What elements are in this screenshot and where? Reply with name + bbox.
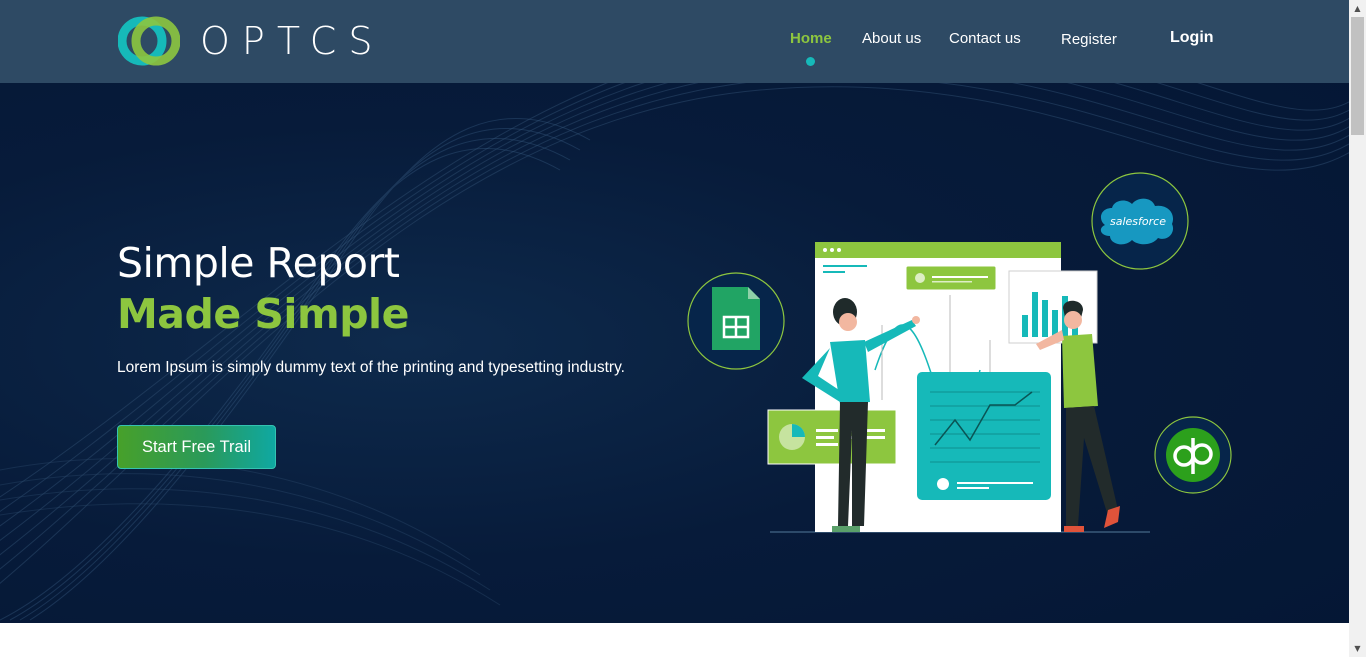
- hero-title-line2: Made Simple: [117, 290, 409, 338]
- bar-chart-card: [1008, 270, 1098, 344]
- nav-about-us[interactable]: About us: [862, 30, 921, 47]
- quickbooks-logo: [1154, 416, 1232, 494]
- scroll-down-arrow-icon[interactable]: ▼: [1349, 640, 1366, 657]
- salesforce-logo-text: salesforce: [1110, 215, 1166, 228]
- hero-headline: Simple Report Made Simple: [117, 238, 409, 340]
- salesforce-logo: salesforce: [1091, 172, 1189, 270]
- hero-lead-text: Lorem Ipsum is simply dummy text of the …: [117, 359, 625, 376]
- nav-login[interactable]: Login: [1170, 29, 1214, 47]
- nav-home[interactable]: Home: [790, 30, 832, 47]
- nav-register[interactable]: Register: [1061, 31, 1117, 48]
- scrollbar-thumb[interactable]: [1351, 17, 1364, 135]
- pie-summary-card: [767, 409, 897, 465]
- hero-title-line1: Simple Report: [117, 239, 400, 287]
- main-nav: Home About us Contact us Register Login: [0, 29, 1349, 60]
- active-nav-indicator: [806, 57, 815, 66]
- status-card: [905, 265, 997, 291]
- start-free-trail-button[interactable]: Start Free Trail: [117, 425, 276, 469]
- google-sheets-icon: [687, 272, 785, 370]
- top-navbar: OPTCS Home About us Contact us Register …: [0, 0, 1349, 83]
- hero-section: OPTCS Home About us Contact us Register …: [0, 0, 1349, 623]
- hero-illustration: salesforce: [687, 172, 1232, 533]
- page: OPTCS Home About us Contact us Register …: [0, 0, 1366, 657]
- nav-contact-us[interactable]: Contact us: [949, 30, 1021, 47]
- scroll-up-arrow-icon[interactable]: ▲: [1349, 0, 1366, 17]
- line-chart-card: [917, 372, 1051, 500]
